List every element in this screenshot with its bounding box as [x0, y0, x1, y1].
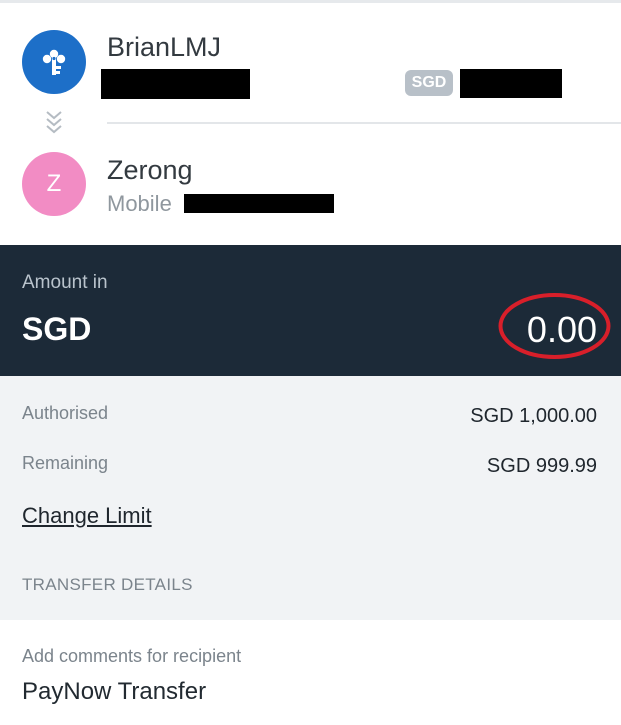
redacted-balance: [460, 69, 562, 98]
bank-key-icon: [42, 49, 66, 75]
amount-panel: Amount in SGD 0.00: [0, 245, 621, 376]
recipient-name: Zerong: [107, 155, 193, 185]
remaining-value: SGD 999.99: [486, 455, 597, 477]
authorised-value: SGD 1,000.00: [470, 405, 597, 427]
party-divider: [107, 122, 621, 124]
limits-section: Authorised SGD 1,000.00 Remaining SGD 99…: [0, 376, 621, 620]
sender-avatar: [22, 30, 86, 94]
recipient-avatar: Z: [22, 152, 86, 216]
authorised-label: Authorised: [22, 403, 109, 423]
amount-label: Amount in: [22, 272, 108, 293]
change-limit-link[interactable]: Change Limit: [22, 503, 152, 529]
remaining-label: Remaining: [22, 453, 109, 473]
sender-name: BrianLMJ: [107, 32, 222, 62]
recipient-type-label: Mobile: [107, 191, 172, 216]
comments-input[interactable]: PayNow Transfer: [22, 678, 602, 706]
redacted-mobile-number: [184, 194, 334, 213]
amount-currency: SGD: [22, 311, 92, 347]
comments-label: Add comments for recipient: [22, 646, 242, 666]
top-divider: [0, 0, 621, 3]
highlight-circle: [498, 293, 611, 359]
double-chevron-down-icon: [46, 111, 62, 134]
currency-badge: SGD: [405, 70, 453, 96]
transfer-details-title: TRANSFER DETAILS: [22, 575, 193, 594]
redacted-account-number: [101, 69, 250, 99]
